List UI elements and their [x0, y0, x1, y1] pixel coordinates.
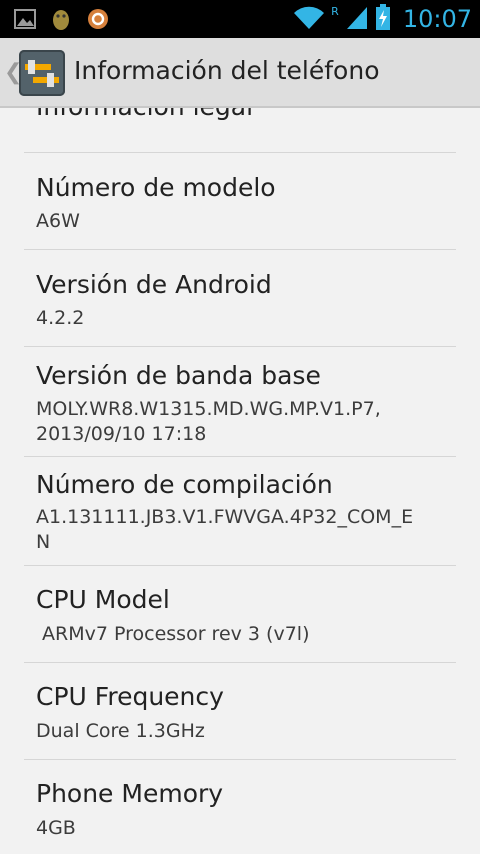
roaming-indicator: R — [331, 5, 339, 18]
list-item-phone-memory[interactable]: Phone Memory 4GB — [24, 760, 456, 854]
list-item-baseband-version[interactable]: Versión de banda base MOLY.WR8.W1315.MD.… — [24, 347, 456, 457]
battery-charging-icon — [375, 3, 391, 35]
notification-icons — [14, 7, 110, 35]
wifi-icon — [293, 4, 325, 34]
list-item-cpu-frequency[interactable]: CPU Frequency Dual Core 1.3GHz — [24, 663, 456, 760]
item-title: Información legal — [36, 108, 253, 121]
item-summary: Dual Core 1.3GHz — [36, 720, 205, 742]
item-summary: 4.2.2 — [36, 307, 85, 329]
item-summary: 4GB — [36, 817, 76, 839]
item-title: CPU Model — [36, 585, 170, 614]
item-title: Versión de banda base — [36, 361, 321, 390]
gallery-notification-icon — [14, 8, 36, 34]
sync-notification-icon — [86, 7, 110, 35]
item-summary: A1.131111.JB3.V1.FWVGA.4P32_COM_E N — [36, 506, 414, 553]
item-summary: MOLY.WR8.W1315.MD.WG.MP.V1.P7, 2013/09/1… — [36, 398, 381, 445]
page-title: Información del teléfono — [74, 56, 380, 85]
list-item-model-number[interactable]: Número de modelo A6W — [24, 153, 456, 250]
list-item-cpu-model[interactable]: CPU Model ARMv7 Processor rev 3 (v7l) — [24, 566, 456, 663]
item-summary: A6W — [36, 210, 80, 232]
item-title: CPU Frequency — [36, 682, 224, 711]
status-bar: R 10:07 — [0, 0, 480, 38]
settings-app-icon[interactable] — [19, 50, 65, 96]
list-item-legal-info[interactable]: Información legal — [24, 108, 456, 153]
system-icons: R 10:07 — [293, 3, 472, 35]
settings-list[interactable]: Información legal Número de modelo A6W V… — [0, 108, 480, 854]
item-summary: ARMv7 Processor rev 3 (v7l) — [36, 623, 310, 645]
status-clock: 10:07 — [402, 5, 472, 33]
item-title: Versión de Android — [36, 270, 272, 299]
item-title: Número de modelo — [36, 173, 276, 202]
item-title: Número de compilación — [36, 470, 333, 499]
item-title: Phone Memory — [36, 779, 224, 808]
list-item-android-version[interactable]: Versión de Android 4.2.2 — [24, 250, 456, 347]
android-debug-icon — [50, 7, 72, 35]
signal-icon — [345, 4, 369, 34]
action-bar: ❮ Información del teléfono — [0, 38, 480, 108]
list-item-build-number[interactable]: Número de compilación A1.131111.JB3.V1.F… — [24, 457, 456, 566]
